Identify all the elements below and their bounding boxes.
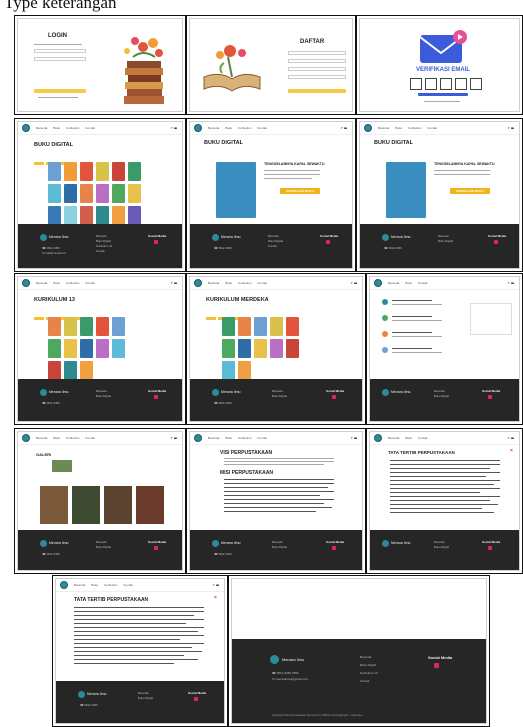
book-detail-title: TENGGELAMNYA KAPAL SEWAKTU bbox=[264, 162, 325, 166]
tata-tertib-screen-2: Beranda Buku Kurikulum Kontak ⌕ ☰ TATA TERTI… bbox=[52, 575, 228, 727]
email-envelope-icon bbox=[419, 30, 467, 63]
login-password-field[interactable] bbox=[34, 57, 86, 61]
daftar-field-2[interactable] bbox=[288, 59, 346, 63]
verify-button[interactable] bbox=[418, 93, 468, 96]
daftar-button[interactable] bbox=[288, 89, 346, 93]
footer-menu-item[interactable]: Beranda bbox=[360, 655, 371, 659]
book-cover bbox=[386, 162, 426, 218]
kurikulum13-title: KURIKULUM 13 bbox=[34, 297, 75, 303]
buku-digital-title: BUKU DIGITAL bbox=[204, 140, 244, 146]
footer-menu-item[interactable]: Kontak bbox=[360, 679, 369, 683]
logo-icon[interactable] bbox=[22, 434, 30, 442]
tata-tertib-screen-1: Beranda Buku Kontak ⌕ ☰ TATA TERTIB PERPUST… bbox=[366, 428, 523, 574]
login-title: LOGIN bbox=[48, 33, 67, 39]
tata-tertib-title: TATA TERTIB PERPUSTAKAAN bbox=[388, 450, 455, 455]
instagram-icon[interactable] bbox=[434, 663, 439, 668]
footer-brand: Menara Ilmu bbox=[49, 541, 69, 545]
galeri-title: GALERI bbox=[36, 452, 52, 457]
footer-brand: Menara Ilmu bbox=[49, 390, 69, 394]
social-media-label: Social Media bbox=[428, 655, 453, 660]
buku-detail-screen-1: Beranda Buku Kurikulum Kontak ⌕ ☰ BUKU DIGIT… bbox=[186, 118, 356, 272]
visi-title: VISI PERPUSTAKAAN bbox=[220, 450, 273, 456]
footer-brand: Menara Ilmu bbox=[49, 235, 69, 239]
footer-brand: Menara Ilmu bbox=[391, 541, 411, 545]
footer-closeup-screen: Menara Ilmu ☎ 0812-3456-7890 ✉ menarailm… bbox=[228, 575, 490, 727]
logo-icon[interactable] bbox=[22, 279, 30, 287]
buku-digital-title: BUKU DIGITAL bbox=[34, 142, 74, 148]
tata-tertib-title: TATA TERTIB PERPUSTAKAAN bbox=[74, 597, 149, 603]
buku-digital-title: BUKU DIGITAL bbox=[374, 140, 414, 146]
footer-copyright: Copyright 2024 Perpustakaan Menara Ilmu … bbox=[272, 714, 363, 717]
daftar-title: DAFTAR bbox=[300, 39, 325, 45]
kurikulum13-screen: Beranda Buku Kurikulum Kontak ⌕ ☰ KURIKULUM … bbox=[14, 273, 186, 425]
book-detail-title: TENGGELAMNYA KAPAL SEWAKTU bbox=[434, 162, 495, 166]
daftar-field-3[interactable] bbox=[288, 67, 346, 71]
login-button[interactable] bbox=[34, 89, 86, 93]
close-icon[interactable]: × bbox=[214, 595, 217, 601]
logo-icon[interactable] bbox=[374, 279, 382, 287]
visi-misi-screen: Beranda Buku Kurikulum Kontak ⌕ ☰ VISI PERPU… bbox=[186, 428, 366, 574]
footer-menu-item[interactable]: Buku Digital bbox=[360, 663, 376, 667]
download-button[interactable]: DOWNLOAD BUKU bbox=[450, 188, 490, 194]
footer-brand: Menara Ilmu bbox=[221, 390, 241, 394]
daftar-field-4[interactable] bbox=[288, 75, 346, 79]
open-book-flower-illustration bbox=[203, 45, 261, 92]
books-illustration bbox=[124, 37, 164, 104]
login-email-field[interactable] bbox=[34, 49, 86, 53]
logo-icon[interactable] bbox=[22, 124, 30, 132]
buku-digital-screen: Beranda Buku Kurikulum Kontak ⌕ ☰ BUKU DIGIT… bbox=[14, 118, 186, 272]
footer-brand: Menara Ilmu bbox=[221, 541, 241, 545]
logo-icon[interactable] bbox=[60, 581, 68, 589]
logo-icon[interactable] bbox=[374, 434, 382, 442]
footer-brand: Menara Ilmu bbox=[391, 235, 411, 239]
footer-brand: Menara Ilmu bbox=[391, 390, 411, 394]
galeri-screen: Beranda Buku Kurikulum Kontak ⌕ ☰ GALERI Men… bbox=[14, 428, 186, 574]
logo-icon[interactable] bbox=[194, 434, 202, 442]
footer-menu-item[interactable]: Kurikulum 13 bbox=[360, 671, 378, 675]
book-cover bbox=[216, 162, 256, 218]
verifikasi-screen: VERIFIKASI EMAIL bbox=[356, 15, 523, 115]
login-screen: LOGIN bbox=[14, 15, 186, 115]
logo-icon[interactable] bbox=[194, 279, 202, 287]
close-icon[interactable]: × bbox=[510, 448, 513, 454]
daftar-field-1[interactable] bbox=[288, 51, 346, 55]
logo-icon[interactable] bbox=[364, 124, 372, 132]
daftar-screen: DAFTAR bbox=[186, 15, 356, 115]
logo-icon[interactable] bbox=[194, 124, 202, 132]
komentar-screen: Beranda Buku Kontak ⌕ ☰ Menara Ilmu Beranda… bbox=[366, 273, 523, 425]
figure-caption: Type keterangan bbox=[4, 0, 117, 12]
verifikasi-title: VERIFIKASI EMAIL bbox=[416, 67, 471, 73]
footer-brand: Menara Ilmu bbox=[221, 235, 241, 239]
download-button[interactable]: DOWNLOAD BUKU bbox=[280, 188, 320, 194]
buku-detail-screen-2: Beranda Buku Kurikulum Kontak ⌕ ☰ BUKU DIGIT… bbox=[356, 118, 523, 272]
footer-brand: Menara Ilmu bbox=[282, 657, 305, 662]
kurikulum-merdeka-title: KURIKULUM MERDEKA bbox=[206, 297, 269, 303]
footer-brand: Menara Ilmu bbox=[87, 692, 107, 696]
misi-title: MISI PERPUSTAKAAN bbox=[220, 470, 273, 476]
kurikulum-merdeka-screen: Beranda Buku Kurikulum Kontak ⌕ ☰ KURIKULUM … bbox=[186, 273, 366, 425]
